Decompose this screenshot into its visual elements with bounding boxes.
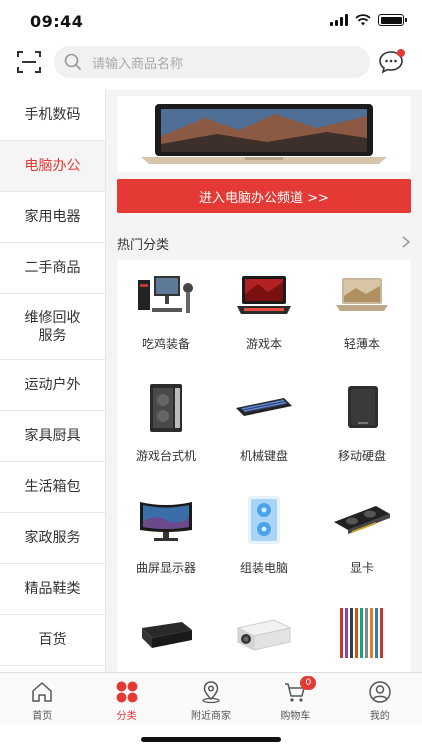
hot-item-gaming-laptop[interactable]: 游戏本 — [215, 260, 313, 372]
status-bar: 09:44 — [0, 0, 422, 44]
tab-label: 首页 — [32, 711, 53, 722]
search-placeholder: 请输入商品名称 — [92, 57, 184, 72]
sidebar-item-label: 百货 — [38, 632, 67, 648]
sidebar-item-label: 维修回收服务 — [24, 309, 81, 344]
keyboard-icon — [236, 398, 292, 416]
hot-item-label: 轻薄本 — [343, 337, 380, 351]
hot-item-label: 机械键盘 — [239, 449, 288, 463]
cellular-signal-icon — [330, 14, 348, 26]
hot-categories-title: 热门分类 — [117, 238, 170, 253]
home-icon — [32, 682, 52, 702]
tab-cart[interactable]: 0 购物车 — [253, 673, 337, 724]
hot-item-gaming-gear[interactable]: 吃鸡装备 — [117, 260, 215, 372]
projector-icon — [236, 619, 292, 651]
sidebar-item-label: 生活箱包 — [24, 479, 81, 495]
hot-item-mechanical-keyboard[interactable]: 机械键盘 — [215, 372, 313, 484]
hot-item-label: 移动硬盘 — [337, 449, 386, 463]
hard-drive-icon — [348, 386, 378, 428]
hot-categories-header[interactable]: 热门分类 — [117, 230, 411, 254]
hot-item-label: 曲屏显示器 — [135, 561, 196, 575]
scan-icon[interactable] — [16, 49, 42, 75]
hot-item-label: 吃鸡装备 — [141, 337, 190, 351]
sidebar-item-label: 运动户外 — [24, 377, 81, 393]
desktop-tower-icon — [150, 384, 182, 432]
sidebar-item-phones[interactable]: 手机数码 — [0, 90, 105, 141]
pc-case-icon — [248, 496, 280, 544]
chevron-right-icon — [402, 236, 411, 248]
curved-monitor-icon — [140, 502, 192, 541]
tab-label: 购物车 — [280, 711, 311, 722]
enter-channel-button[interactable]: 进入电脑办公频道 >> — [117, 179, 411, 213]
search-input[interactable]: 请输入商品名称 — [54, 46, 370, 78]
sidebar-item-sports[interactable]: 运动户外 — [0, 360, 105, 411]
hot-item-gaming-desktop[interactable]: 游戏台式机 — [117, 372, 215, 484]
search-row: 请输入商品名称 — [0, 44, 422, 82]
sidebar-item-label: 二手商品 — [24, 260, 81, 276]
cart-badge: 0 — [300, 676, 317, 690]
battery-icon — [378, 14, 407, 26]
hot-item-thin-laptop[interactable]: 轻薄本 — [313, 260, 411, 372]
sidebar-item-general[interactable]: 百货 — [0, 615, 105, 666]
search-icon — [64, 53, 82, 71]
hot-item-pens[interactable] — [313, 596, 411, 672]
hot-item-assembled-pc[interactable]: 组装电脑 — [215, 484, 313, 596]
sidebar-item-shoes[interactable]: 精品鞋类 — [0, 564, 105, 615]
wifi-icon — [355, 14, 371, 26]
sidebar-item-label: 家政服务 — [24, 530, 81, 546]
location-icon — [202, 681, 220, 704]
sidebar-item-label: 精品鞋类 — [24, 581, 81, 597]
hot-item-label: 组装电脑 — [239, 561, 288, 575]
tab-home[interactable]: 首页 — [0, 673, 84, 724]
status-time: 09:44 — [30, 12, 84, 31]
sidebar-item-appliances[interactable]: 家用电器 — [0, 192, 105, 243]
category-icon — [116, 681, 138, 703]
category-content: 进入电脑办公频道 >> 热门分类 吃鸡装备 游戏本 轻薄本 游戏台式机 机械键盘… — [106, 90, 422, 672]
printer-icon — [142, 622, 192, 648]
hot-item-portable-hdd[interactable]: 移动硬盘 — [313, 372, 411, 484]
tab-label: 分类 — [116, 711, 137, 722]
sidebar-item-label: 家具厨具 — [24, 428, 81, 444]
sidebar-item-label: 家用电器 — [24, 209, 81, 225]
tab-label: 我的 — [369, 711, 390, 722]
hot-item-printer[interactable] — [117, 596, 215, 672]
laptop-banner[interactable] — [117, 96, 411, 172]
sidebar-item-repair[interactable]: 维修回收服务 — [0, 294, 105, 360]
gaming-setup-icon — [138, 276, 193, 313]
hot-categories-grid: 吃鸡装备 游戏本 轻薄本 游戏台式机 机械键盘 移动硬盘 曲屏显示器 组装电脑 … — [117, 260, 411, 672]
sidebar-item-furniture[interactable]: 家具厨具 — [0, 411, 105, 462]
hot-item-label: 显卡 — [349, 561, 374, 575]
hot-item-curved-monitor[interactable]: 曲屏显示器 — [117, 484, 215, 596]
hot-item-label: 游戏本 — [245, 337, 282, 351]
bottom-tab-bar: 首页 分类 附近商家 0 购物车 我的 — [0, 672, 422, 724]
hot-item-graphics-card[interactable]: 显卡 — [313, 484, 411, 596]
thin-laptop-icon — [336, 278, 388, 311]
status-icons — [330, 14, 407, 26]
message-badge — [397, 49, 405, 57]
hot-item-label: 游戏台式机 — [135, 449, 196, 463]
laptop-banner-image — [141, 104, 387, 164]
tab-category[interactable]: 分类 — [84, 673, 168, 724]
tab-nearby[interactable]: 附近商家 — [169, 673, 253, 724]
sidebar-item-bags[interactable]: 生活箱包 — [0, 462, 105, 513]
tab-profile[interactable]: 我的 — [338, 673, 422, 724]
graphics-card-icon — [334, 506, 390, 534]
sidebar-item-label: 手机数码 — [24, 107, 81, 123]
hot-item-projector[interactable] — [215, 596, 313, 672]
sidebar-item-label: 电脑办公 — [24, 158, 81, 174]
gaming-laptop-icon — [237, 276, 291, 314]
sidebar-item-computers[interactable]: 电脑办公 — [0, 141, 105, 192]
profile-icon — [369, 681, 391, 703]
home-indicator — [141, 737, 281, 742]
tab-label: 附近商家 — [191, 711, 232, 722]
category-sidebar: 手机数码 电脑办公 家用电器 二手商品 维修回收服务 运动户外 家具厨具 生活箱… — [0, 90, 106, 672]
sidebar-item-housekeeping[interactable]: 家政服务 — [0, 513, 105, 564]
pens-icon — [340, 608, 383, 658]
sidebar-item-secondhand[interactable]: 二手商品 — [0, 243, 105, 294]
